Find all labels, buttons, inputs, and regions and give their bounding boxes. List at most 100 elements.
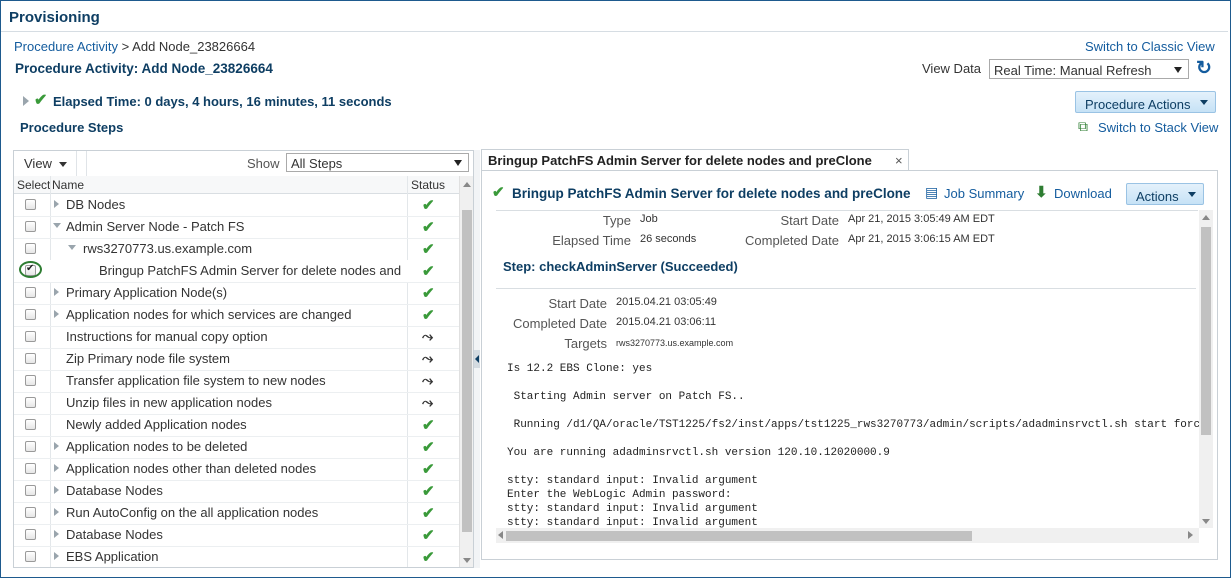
- scroll-left-icon[interactable]: [498, 531, 503, 539]
- step-name[interactable]: Bringup PatchFS Admin Server for delete …: [99, 263, 401, 278]
- actions-button[interactable]: Actions: [1126, 183, 1204, 205]
- table-row[interactable]: Admin Server Node - Patch FS ✔: [14, 216, 459, 239]
- row-select-checkbox[interactable]: [25, 551, 36, 562]
- step-name[interactable]: Zip Primary node file system: [66, 351, 230, 366]
- switch-classic-view-link[interactable]: Switch to Classic View: [1085, 39, 1215, 54]
- scroll-up-icon[interactable]: [463, 182, 471, 187]
- view-data-select[interactable]: Real Time: Manual Refresh: [989, 59, 1189, 79]
- step-name[interactable]: Run AutoConfig on the all application no…: [66, 505, 318, 520]
- table-row[interactable]: Transfer application file system to new …: [14, 370, 459, 393]
- success-status-icon: ✔: [422, 197, 435, 214]
- row-select-checkbox[interactable]: [25, 199, 36, 210]
- scroll-up-icon[interactable]: [1202, 215, 1210, 220]
- tab-step-detail[interactable]: Bringup PatchFS Admin Server for delete …: [481, 149, 909, 171]
- scrollbar-thumb[interactable]: [506, 531, 972, 541]
- step-completed-value: 2015.04.21 03:06:11: [616, 316, 717, 328]
- step-name[interactable]: Application nodes to be deleted: [66, 439, 247, 454]
- scrollbar-thumb[interactable]: [462, 210, 472, 532]
- table-row[interactable]: Run AutoConfig on the all application no…: [14, 502, 459, 525]
- step-name[interactable]: Application nodes other than deleted nod…: [66, 461, 316, 476]
- row-select-checkbox[interactable]: [25, 309, 36, 320]
- row-select-checkbox[interactable]: [25, 353, 36, 364]
- procedure-actions-button[interactable]: Procedure Actions: [1075, 91, 1216, 113]
- steps-scrollbar[interactable]: [459, 176, 473, 567]
- skipped-status-icon: ⤳: [422, 350, 434, 366]
- collapse-icon[interactable]: [68, 245, 76, 250]
- console-viewport: Is 12.2 EBS Clone: yes Starting Admin se…: [496, 362, 1199, 528]
- breadcrumb-parent-link[interactable]: Procedure Activity: [14, 39, 118, 54]
- expand-icon[interactable]: [54, 288, 59, 296]
- success-status-icon: ✔: [422, 439, 435, 456]
- expand-icon[interactable]: [54, 200, 59, 208]
- table-row[interactable]: Bringup PatchFS Admin Server for delete …: [14, 260, 459, 283]
- expand-elapsed-icon[interactable]: [23, 96, 29, 106]
- stack-view-icon: ⧉: [1078, 118, 1088, 134]
- step-name[interactable]: DB Nodes: [66, 197, 125, 212]
- row-select-checkbox[interactable]: [25, 419, 36, 430]
- switch-stack-view-link[interactable]: Switch to Stack View: [1098, 120, 1218, 135]
- step-name[interactable]: Admin Server Node - Patch FS: [66, 219, 244, 234]
- table-row[interactable]: rws3270773.us.example.com ✔: [14, 238, 459, 261]
- row-select-checkbox[interactable]: [25, 463, 36, 474]
- step-name[interactable]: Instructions for manual copy option: [66, 329, 268, 344]
- scroll-down-icon[interactable]: [1202, 519, 1210, 524]
- table-row[interactable]: Application nodes to be deleted ✔: [14, 436, 459, 459]
- header-title: Provisioning: [9, 9, 100, 26]
- expand-icon[interactable]: [54, 442, 59, 450]
- scroll-right-icon[interactable]: [1188, 531, 1193, 539]
- expand-icon[interactable]: [54, 508, 59, 516]
- table-row[interactable]: DB Nodes ✔: [14, 194, 459, 217]
- step-name[interactable]: Transfer application file system to new …: [66, 373, 326, 388]
- success-status-icon: ✔: [422, 307, 435, 324]
- row-select-checkbox[interactable]: [25, 221, 36, 232]
- show-steps-select[interactable]: All Steps: [286, 153, 469, 172]
- step-name[interactable]: Database Nodes: [66, 483, 163, 498]
- row-select-checkbox[interactable]: [25, 529, 36, 540]
- expand-icon[interactable]: [54, 486, 59, 494]
- close-icon[interactable]: ×: [895, 153, 903, 168]
- table-row[interactable]: Application nodes for which services are…: [14, 304, 459, 327]
- selection-highlight: [19, 261, 42, 278]
- table-row[interactable]: Primary Application Node(s) ✔: [14, 282, 459, 305]
- row-select-checkbox[interactable]: [25, 507, 36, 518]
- collapse-icon[interactable]: [53, 223, 61, 228]
- step-name[interactable]: Primary Application Node(s): [66, 285, 227, 300]
- table-row[interactable]: Database Nodes ✔: [14, 524, 459, 547]
- step-name[interactable]: Database Nodes: [66, 527, 163, 542]
- expand-icon[interactable]: [54, 530, 59, 538]
- table-row[interactable]: EBS Application ✔: [14, 546, 459, 567]
- refresh-icon[interactable]: ↻: [1196, 57, 1212, 80]
- scroll-down-icon[interactable]: [463, 558, 471, 563]
- step-name[interactable]: Unzip files in new application nodes: [66, 395, 272, 410]
- collapse-panel-icon[interactable]: [474, 350, 480, 368]
- step-name[interactable]: rws3270773.us.example.com: [83, 241, 252, 256]
- step-name[interactable]: Application nodes for which services are…: [66, 307, 351, 322]
- scrollbar-thumb[interactable]: [1201, 227, 1211, 435]
- table-row[interactable]: Newly added Application nodes ✔: [14, 414, 459, 437]
- detail-vertical-scrollbar[interactable]: [1199, 210, 1213, 528]
- table-row[interactable]: Database Nodes ✔: [14, 480, 459, 503]
- job-summary-link[interactable]: Job Summary: [944, 186, 1024, 201]
- row-select-checkbox[interactable]: [25, 375, 36, 386]
- row-select-checkbox[interactable]: [25, 397, 36, 408]
- targets-value: rws3270773.us.example.com: [616, 338, 734, 348]
- expand-icon[interactable]: [54, 464, 59, 472]
- row-select-checkbox[interactable]: [25, 287, 36, 298]
- download-link[interactable]: Download: [1054, 186, 1112, 201]
- table-row[interactable]: Zip Primary node file system ⤳: [14, 348, 459, 371]
- row-select-checkbox[interactable]: [25, 243, 36, 254]
- table-row[interactable]: Instructions for manual copy option ⤳: [14, 326, 459, 349]
- chevron-down-icon: [58, 162, 67, 168]
- step-name[interactable]: Newly added Application nodes: [66, 417, 247, 432]
- expand-icon[interactable]: [54, 310, 59, 318]
- panel-splitter[interactable]: [474, 150, 480, 568]
- row-select-checkbox[interactable]: [25, 485, 36, 496]
- view-menu[interactable]: View: [24, 156, 67, 171]
- step-name[interactable]: EBS Application: [66, 549, 159, 564]
- table-row[interactable]: Application nodes other than deleted nod…: [14, 458, 459, 481]
- row-select-checkbox[interactable]: [25, 331, 36, 342]
- detail-horizontal-scrollbar[interactable]: [496, 528, 1199, 543]
- expand-icon[interactable]: [54, 552, 59, 560]
- row-select-checkbox[interactable]: [25, 441, 36, 452]
- table-row[interactable]: Unzip files in new application nodes ⤳: [14, 392, 459, 415]
